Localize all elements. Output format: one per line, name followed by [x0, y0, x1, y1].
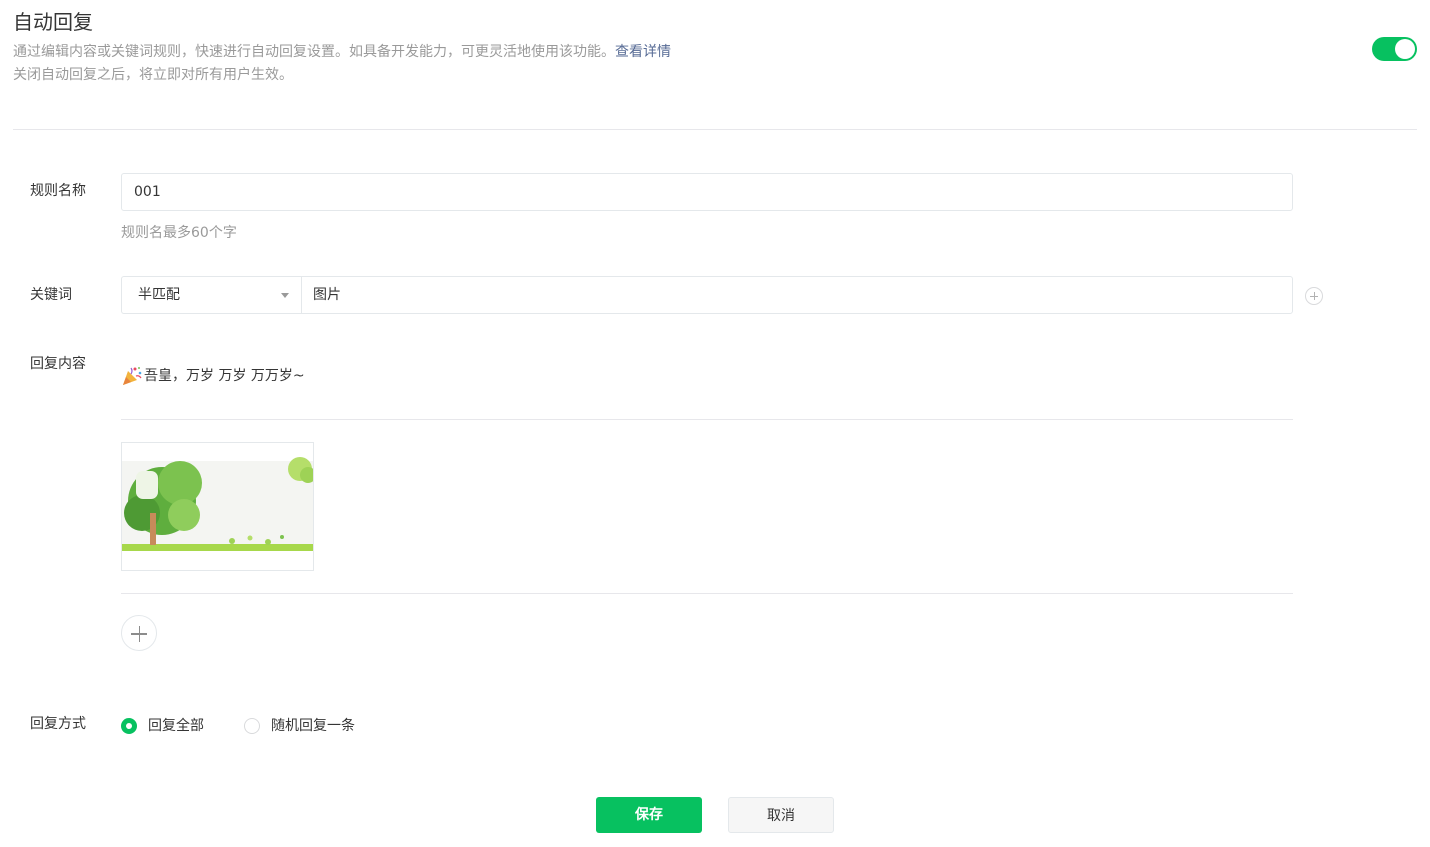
radio-reply-random[interactable]: [244, 718, 260, 734]
save-button[interactable]: 保存: [596, 797, 702, 833]
page-note: 关闭自动回复之后，将立即对所有用户生效。: [13, 67, 293, 83]
rule-name-input[interactable]: 001: [121, 173, 1293, 211]
keyword-label: 关键词: [30, 287, 72, 303]
page-description: 通过编辑内容或关键词规则，快速进行自动回复设置。如具备开发能力，可更灵活地使用该…: [13, 42, 671, 62]
radio-reply-random-label[interactable]: 随机回复一条: [271, 716, 355, 736]
add-keyword-icon[interactable]: [1305, 287, 1323, 305]
description-text: 通过编辑内容或关键词规则，快速进行自动回复设置。如具备开发能力，可更灵活地使用该…: [13, 44, 615, 60]
rule-name-hint: 规则名最多60个字: [121, 225, 237, 241]
reply-divider-2: [121, 593, 1293, 594]
details-link[interactable]: 查看详情: [615, 44, 671, 60]
reply-image-thumbnail: [122, 443, 313, 570]
auto-reply-toggle[interactable]: [1372, 37, 1417, 61]
match-mode-select[interactable]: 半匹配: [121, 276, 301, 314]
rule-name-value: 001: [134, 184, 161, 200]
reply-content-label: 回复内容: [30, 356, 86, 372]
keyword-value: 图片: [313, 287, 341, 303]
radio-reply-all-label[interactable]: 回复全部: [148, 716, 204, 736]
reply-mode-label: 回复方式: [30, 716, 86, 732]
keyword-input[interactable]: 图片: [301, 276, 1293, 314]
reply-text: 吾皇，万岁 万岁 万万岁~: [144, 368, 305, 384]
reply-divider-1: [121, 419, 1293, 420]
reply-text-item[interactable]: 吾皇，万岁 万岁 万万岁~: [121, 365, 305, 387]
rule-name-label: 规则名称: [30, 183, 86, 199]
toggle-knob: [1395, 39, 1415, 59]
add-reply-content-button[interactable]: [121, 615, 157, 651]
cancel-button[interactable]: 取消: [728, 797, 834, 833]
party-popper-icon: [123, 367, 142, 385]
caret-down-icon: [281, 293, 289, 298]
match-mode-value: 半匹配: [138, 287, 180, 303]
header-divider: [13, 129, 1417, 130]
reply-image-item[interactable]: [121, 442, 314, 571]
radio-reply-all[interactable]: [121, 718, 137, 734]
page-title: 自动回复: [13, 10, 93, 34]
